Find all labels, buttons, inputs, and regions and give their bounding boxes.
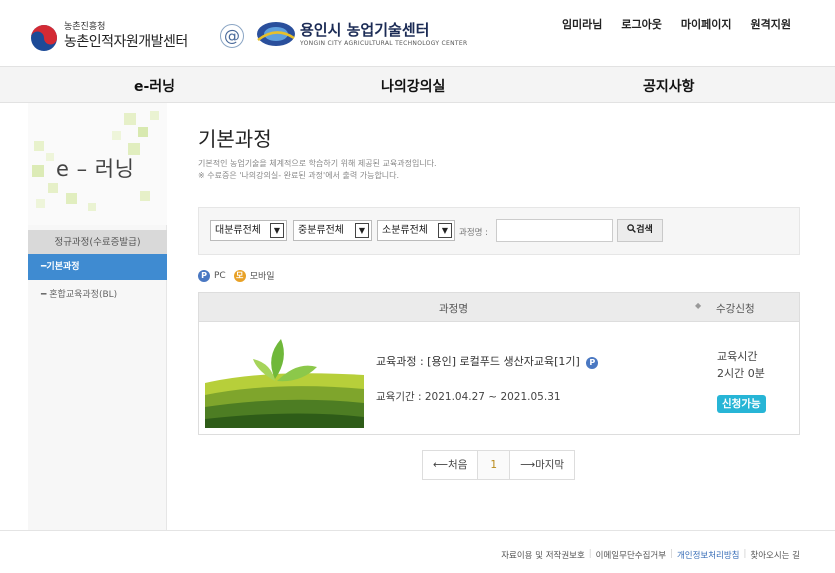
table-row[interactable]: 교육과정 : [용인] 로컬푸드 생산자교육[1기] P 교육기간 : 2021…	[199, 323, 799, 435]
side-nav-category[interactable]: 정규과정(수료증발급)	[28, 230, 167, 255]
remote-support-link[interactable]: 원격지원	[751, 16, 791, 32]
mypage-link[interactable]: 마이페이지	[681, 16, 732, 32]
side-nav: e – 러닝 정규과정(수료증발급) ━기본과정 ━ 혼합교육과정(BL)	[28, 103, 167, 530]
chevron-down-icon: ▼	[438, 223, 452, 238]
course-name-label: 과정명 :	[459, 228, 489, 238]
nav-elearning[interactable]: e-러닝	[134, 76, 175, 96]
footer-link-email-refusal[interactable]: 이메일무단수집거부	[596, 549, 666, 561]
select-large-value: 대분류전체	[215, 225, 261, 236]
gov-agency-name: 농촌진흥청	[64, 22, 106, 32]
search-button-label: 검색	[636, 225, 653, 235]
select-small-value: 소분류전체	[382, 225, 428, 236]
select-large-category[interactable]: 대분류전체 ▼	[210, 220, 287, 241]
yongin-city-logo-icon[interactable]	[256, 20, 296, 48]
pager-first[interactable]: ⟵처음	[423, 451, 477, 479]
footer-divider: |	[743, 549, 747, 559]
pagination: ⟵처음 1 ⟶마지막	[422, 450, 576, 480]
footer-link-privacy[interactable]: 개인정보처리방침	[677, 549, 740, 561]
apply-available-button[interactable]: 신청가능	[717, 395, 766, 413]
device-legend: P PC 모 모바일	[198, 269, 275, 282]
footer-link-copyright[interactable]: 자료이용 및 저작권보호	[501, 549, 585, 561]
page-title: 기본과정	[198, 127, 272, 151]
user-name-link[interactable]: 임미라님	[562, 16, 602, 32]
side-nav-item-basic[interactable]: ━기본과정	[28, 254, 167, 280]
course-thumbnail[interactable]	[205, 331, 364, 428]
course-time-label: 교육시간	[717, 350, 758, 363]
search-button[interactable]: 검색	[617, 219, 663, 242]
search-icon	[627, 224, 637, 233]
pager-page-1[interactable]: 1	[477, 451, 511, 479]
footer-divider: |	[588, 549, 592, 559]
column-apply: 수강신청	[716, 303, 755, 315]
gov-logo-text[interactable]: 농촌진흥청 농촌인적자원개발센터	[64, 21, 188, 51]
footer-links: 자료이용 및 저작권보호 | 이메일무단수집거부 | 개인정보처리방침 | 찾아…	[501, 549, 800, 561]
course-title[interactable]: 교육과정 : [용인] 로컬푸드 생산자교육[1기] P	[376, 353, 599, 369]
course-title-text: 교육과정 : [용인] 로컬푸드 생산자교육[1기]	[376, 355, 580, 368]
select-medium-value: 중분류전체	[298, 225, 344, 236]
course-name-input[interactable]	[496, 219, 613, 242]
search-panel: 대분류전체 ▼ 중분류전체 ▼ 소분류전체 ▼ 과정명 : 검색	[198, 207, 800, 255]
main-nav: e-러닝 나의강의실 공지사항	[0, 66, 835, 103]
sort-icon[interactable]: ◆	[695, 301, 701, 310]
course-table: 과정명 ◆ 수강신청 교육과정 : [용인] 로컬푸드 생산자교육[1기] P …	[198, 292, 800, 435]
pc-legend-label: PC	[214, 270, 226, 281]
select-medium-category[interactable]: 중분류전체 ▼	[293, 220, 372, 241]
page-desc-line-1: 기본적인 농업기술을 체계적으로 학습하기 위해 제공된 교육과정입니다.	[198, 159, 437, 168]
pager-last[interactable]: ⟶마지막	[510, 451, 574, 479]
taegeuk-logo-icon[interactable]	[30, 24, 58, 52]
side-nav-item-blended[interactable]: ━ 혼합교육과정(BL)	[28, 282, 167, 308]
footer-link-directions[interactable]: 찾아오시는 길	[750, 549, 800, 561]
side-nav-title: e – 러닝	[56, 157, 135, 181]
pc-badge-icon: P	[586, 357, 599, 369]
nav-notice[interactable]: 공지사항	[643, 76, 695, 96]
mobile-badge-icon: 모	[233, 269, 246, 282]
mobile-legend-label: 모바일	[249, 272, 275, 282]
page-description: 기본적인 농업기술을 체계적으로 학습하기 위해 제공된 교육과정입니다. ※ …	[198, 158, 437, 182]
select-small-category[interactable]: 소분류전체 ▼	[377, 220, 455, 241]
city-subtitle: YONGIN CITY AGRICULTURAL TECHNOLOGY CENT…	[300, 40, 468, 47]
gov-center-name: 농촌인적자원개발센터	[64, 34, 188, 50]
chevron-down-icon: ▼	[355, 223, 369, 238]
course-period: 교육기간 : 2021.04.27 ~ 2021.05.31	[376, 391, 561, 403]
page-desc-line-2: ※ 수료증은 '나의강의실- 완료된 과정'에서 출력 가능합니다.	[198, 171, 400, 180]
side-nav-visual: e – 러닝	[28, 103, 167, 225]
pc-badge-icon: P	[198, 269, 210, 282]
utility-nav: 임미라님 로그아웃 마이페이지 원격지원	[562, 16, 791, 32]
footer-divider: |	[670, 549, 673, 559]
table-header: 과정명 ◆ 수강신청	[199, 293, 799, 322]
site-footer: 자료이용 및 저작권보호 | 이메일무단수집거부 | 개인정보처리방침 | 찾아…	[0, 530, 835, 573]
city-logo-text[interactable]: 용인시 농업기술센터 YONGIN CITY AGRICULTURAL TECH…	[300, 20, 467, 48]
at-symbol-icon: @	[220, 24, 244, 48]
chevron-down-icon: ▼	[270, 223, 284, 238]
course-time-value: 2시간 0분	[717, 367, 765, 380]
site-header: 농촌진흥청 농촌인적자원개발센터 @ 용인시 농업기술센터 YONGIN CIT…	[0, 0, 835, 66]
nav-my-classroom[interactable]: 나의강의실	[381, 76, 445, 96]
city-name: 용인시 농업기술센터	[300, 21, 430, 39]
column-course-name: 과정명	[439, 303, 468, 315]
logout-link[interactable]: 로그아웃	[621, 16, 661, 32]
